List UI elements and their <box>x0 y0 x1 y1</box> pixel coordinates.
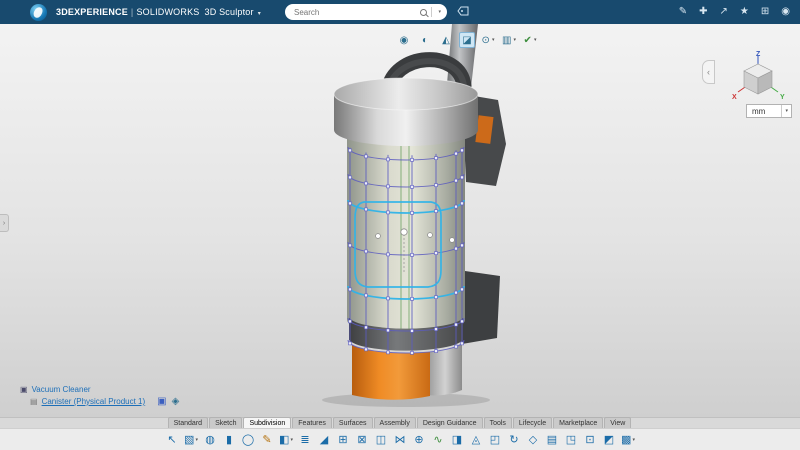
orientation-triad[interactable]: Z X Y <box>728 50 792 106</box>
collapse-panel-button[interactable]: ‹ <box>702 60 715 84</box>
box-primitive-tool[interactable]: ▧ <box>183 431 200 449</box>
3d-sculptor-window: 3DEXPERIENCE|SOLIDWORKS 3D Sculptor ▾ ▾ ✎ ✚… <box>0 0 800 450</box>
search-scope-caret-icon[interactable]: ▾ <box>432 9 447 15</box>
topbar-right-icons: ✎ ✚ ↗ ★ ⊞ ◉ <box>679 0 790 24</box>
section-view-icon[interactable]: ◪ <box>459 32 475 48</box>
global-search: ▾ <box>285 4 447 20</box>
3ds-compass-logo[interactable] <box>30 4 47 21</box>
split-face-tool[interactable]: ◫ <box>373 431 390 449</box>
search-icon[interactable] <box>420 9 427 16</box>
tab-surfaces[interactable]: Surfaces <box>333 417 373 428</box>
sphere-primitive-tool[interactable]: ◍ <box>202 431 219 449</box>
tab-design-guidance[interactable]: Design Guidance <box>417 417 483 428</box>
vacuum-model[interactable] <box>0 24 800 417</box>
select-tool[interactable]: ↖ <box>164 431 181 449</box>
action-bar: ↖▧◍▮◯✎◧≣◢⊞⊠◫⋈⊕∿◨◬◰↻◇▤◳⊡◩▩ <box>0 428 800 450</box>
brand-separator: | <box>131 7 134 17</box>
snap-options-icon[interactable]: ⊙ <box>480 32 496 48</box>
ribbon-tab-bar: StandardSketchSubdivisionFeaturesSurface… <box>0 417 800 428</box>
tab-sketch[interactable]: Sketch <box>209 417 242 428</box>
section-analysis-tool[interactable]: ◩ <box>601 431 618 449</box>
tab-subdivision[interactable]: Subdivision <box>243 417 291 428</box>
crease-edge-tool[interactable]: ◢ <box>316 431 333 449</box>
subdivision-body-icon[interactable]: ▣ <box>157 397 166 407</box>
smooth-mesh-tool[interactable]: ∿ <box>430 431 447 449</box>
mirror-body-tool[interactable]: ◬ <box>468 431 485 449</box>
extrude-face-tool[interactable]: ⊞ <box>335 431 352 449</box>
apps-grid-icon[interactable]: ⊞ <box>761 7 769 17</box>
tree-root-label[interactable]: Vacuum Cleaner <box>32 384 91 396</box>
tag-bookmark-icon[interactable] <box>457 6 469 16</box>
hide-show-icon[interactable]: ◉ <box>396 32 412 48</box>
user-avatar-icon[interactable]: ◉ <box>781 7 790 17</box>
view-toolbar: ◉ ◐ ◭ ◪ ⊙ ▥ ✔ <box>396 32 538 48</box>
delete-face-tool[interactable]: ⊠ <box>354 431 371 449</box>
pattern-tool[interactable]: ▤ <box>544 431 561 449</box>
tab-features[interactable]: Features <box>292 417 332 428</box>
assembly-icon: ▣ <box>20 386 28 394</box>
brand-3dexperience: 3DEXPERIENCE <box>56 7 128 17</box>
mesh-display-tool[interactable]: ▩ <box>620 431 637 449</box>
model-metal-cap[interactable] <box>334 78 478 146</box>
insert-loop-tool[interactable]: ≣ <box>297 431 314 449</box>
brand-product: SOLIDWORKS <box>136 7 199 17</box>
display-mode-icon[interactable]: ▥ <box>501 32 517 48</box>
tree-root[interactable]: ▣ Vacuum Cleaner <box>20 384 179 396</box>
tab-marketplace[interactable]: Marketplace <box>553 417 603 428</box>
perspective-icon[interactable]: ◭ <box>438 32 454 48</box>
favorites-icon[interactable]: ★ <box>740 7 749 17</box>
active-product-link[interactable]: Canister (Physical Product 1) <box>42 396 146 408</box>
update-check-icon[interactable]: ✔ <box>522 32 538 48</box>
shaded-view-icon[interactable]: ◐ <box>417 32 433 48</box>
axis-y-label: Y <box>780 94 785 101</box>
bridge-faces-tool[interactable]: ⋈ <box>392 431 409 449</box>
tab-view[interactable]: View <box>604 417 631 428</box>
tab-standard[interactable]: Standard <box>168 417 208 428</box>
top-bar: 3DEXPERIENCE|SOLIDWORKS 3D Sculptor ▾ ▾ ✎ ✚… <box>0 0 800 24</box>
app-name: 3D Sculptor <box>204 7 253 17</box>
expand-panel-button[interactable]: › <box>0 214 9 232</box>
merge-bodies-tool[interactable]: ◨ <box>449 431 466 449</box>
app-title[interactable]: 3DEXPERIENCE|SOLIDWORKS 3D Sculptor ▾ <box>56 7 261 17</box>
units-selector[interactable]: mm ▾ <box>746 104 792 118</box>
compose-icon[interactable]: ✎ <box>679 7 687 17</box>
tab-assembly[interactable]: Assembly <box>374 417 416 428</box>
measure-tool[interactable]: ⊡ <box>582 431 599 449</box>
fill-hole-tool[interactable]: ◇ <box>525 431 542 449</box>
edit-cage-tool[interactable]: ✎ <box>259 431 276 449</box>
units-value: mm <box>747 107 781 116</box>
weld-vertices-tool[interactable]: ⊕ <box>411 431 428 449</box>
align-tool[interactable]: ◰ <box>487 431 504 449</box>
symmetry-tool[interactable]: ◧ <box>278 431 295 449</box>
tab-lifecycle[interactable]: Lifecycle <box>513 417 552 428</box>
axis-x-label: X <box>732 94 737 101</box>
axis-z-label: Z <box>756 51 761 58</box>
search-input[interactable] <box>285 7 420 18</box>
revolve-tool[interactable]: ↻ <box>506 431 523 449</box>
model-base-silver[interactable] <box>428 343 462 395</box>
quadball-primitive-tool[interactable]: ◯ <box>240 431 257 449</box>
tab-tools[interactable]: Tools <box>484 417 512 428</box>
viewport-canvas[interactable]: ◉ ◐ ◭ ◪ ⊙ ▥ ✔ ‹ Z X Y mm ▾ › ▣ Vacuum Cleaner <box>0 24 800 417</box>
tree-active-item[interactable]: ▤ Canister (Physical Product 1) ▣◈ <box>30 396 179 408</box>
share-icon[interactable]: ↗ <box>720 7 728 17</box>
add-icon[interactable]: ✚ <box>699 7 707 17</box>
app-switcher-caret-icon[interactable]: ▾ <box>258 11 261 17</box>
units-caret-icon[interactable]: ▾ <box>781 105 791 117</box>
product-icon: ▤ <box>30 398 38 406</box>
offset-surface-tool[interactable]: ◳ <box>563 431 580 449</box>
feature-tree: ▣ Vacuum Cleaner ▤ Canister (Physical Pr… <box>20 384 179 408</box>
cylinder-primitive-tool[interactable]: ▮ <box>221 431 238 449</box>
display-state-icon[interactable]: ◈ <box>172 397 180 407</box>
tree-badges: ▣◈ <box>157 397 179 407</box>
